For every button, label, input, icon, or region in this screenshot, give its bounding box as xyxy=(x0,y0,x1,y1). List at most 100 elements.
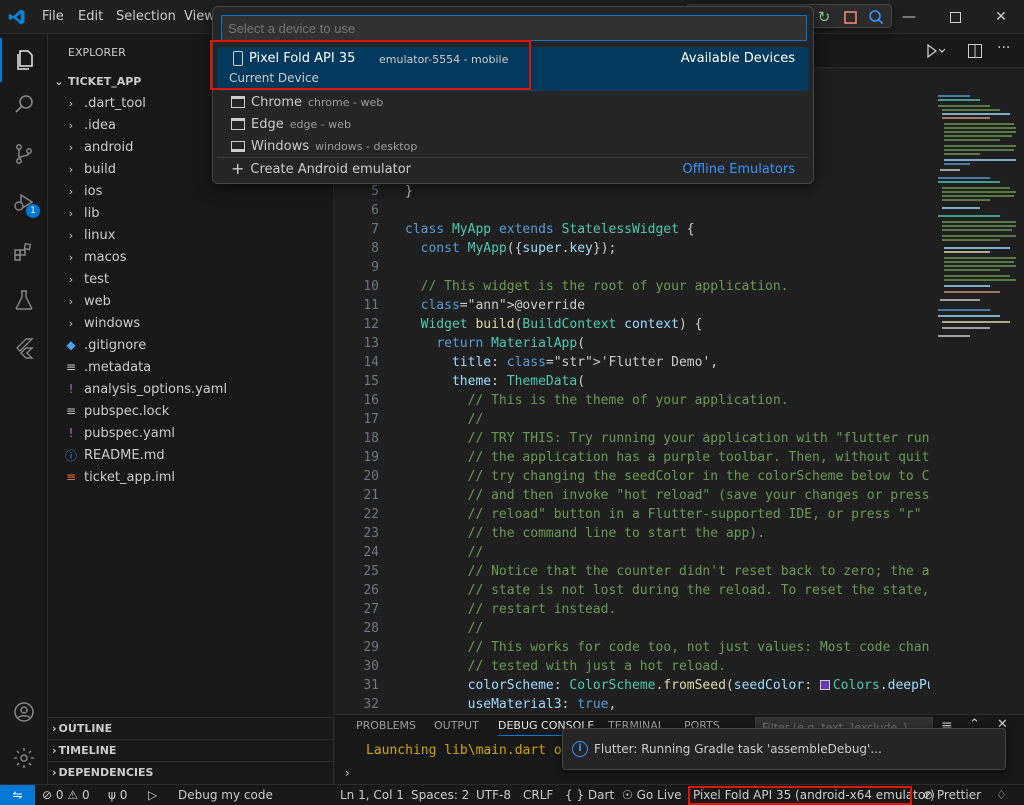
code-line[interactable]: 17 // xyxy=(335,412,483,431)
file-item[interactable]: ≡ pubspec.lock xyxy=(48,400,334,422)
indentation[interactable]: Spaces: 2 xyxy=(411,788,469,802)
code-line[interactable]: 21 // and then invoke "hot reload" (save… xyxy=(335,488,945,507)
line-number: 16 xyxy=(363,393,379,408)
explorer-icon[interactable] xyxy=(0,38,48,82)
device-row-chrome[interactable]: Chrome chrome - web xyxy=(217,91,809,113)
device-search-input[interactable] xyxy=(221,15,807,41)
account-icon[interactable] xyxy=(0,690,48,734)
code-line[interactable]: 22 // reload" button in a Flutter-suppor… xyxy=(335,507,945,526)
source-control-icon[interactable] xyxy=(0,132,48,176)
code-line[interactable]: 27 // restart instead. xyxy=(335,602,616,621)
notifications-bell-icon[interactable]: ♢ xyxy=(996,788,1007,802)
close-icon[interactable]: ✕ xyxy=(978,0,1024,34)
remote-indicator-icon[interactable]: ⇋ xyxy=(0,785,35,805)
language-mode[interactable]: { } Dart xyxy=(565,788,614,802)
encoding[interactable]: UTF-8 xyxy=(476,788,511,802)
dependencies-section[interactable]: › DEPENDENCIES xyxy=(48,761,334,783)
flutter-inspector-icon[interactable] xyxy=(867,8,885,26)
tab-output[interactable]: OUTPUT xyxy=(434,719,479,732)
file-item[interactable]: ! analysis_options.yaml xyxy=(48,378,334,400)
folder-item[interactable]: › test xyxy=(48,268,334,290)
code-line[interactable]: 28 // xyxy=(335,621,483,640)
tab-problems[interactable]: PROBLEMS xyxy=(356,719,416,732)
code-line[interactable]: 25 // Notice that the counter didn't res… xyxy=(335,564,945,583)
warning-count: 0 xyxy=(81,788,90,802)
code-line[interactable]: 20 // try changing the seedColor in the … xyxy=(335,469,945,488)
code-line[interactable]: 30 // tested with just a hot reload. xyxy=(335,659,726,678)
add-icon: + xyxy=(231,159,245,178)
code-line[interactable]: 13 return MaterialApp( xyxy=(335,336,585,355)
outline-section[interactable]: › OUTLINE xyxy=(48,717,334,739)
code-line[interactable]: 6 xyxy=(335,203,379,222)
device-row-windows[interactable]: Windows windows - desktop xyxy=(217,135,809,157)
maximize-icon[interactable] xyxy=(932,0,978,34)
code-text: // and then invoke "hot reload" (save yo… xyxy=(467,488,946,503)
device-row-edge[interactable]: Edge edge - web xyxy=(217,113,809,135)
file-item[interactable]: ⓘ README.md xyxy=(48,444,334,466)
code-line[interactable]: 9 xyxy=(335,260,379,279)
file-item[interactable]: ◆ .gitignore xyxy=(48,334,334,356)
prettier-status[interactable]: ⊘ Prettier xyxy=(923,788,981,802)
file-item[interactable]: ≡ ticket_app.iml xyxy=(48,466,334,488)
tree-item-label: ios xyxy=(84,183,103,199)
chevron-right-icon: › xyxy=(68,96,74,110)
file-item[interactable]: ≡ .metadata xyxy=(48,356,334,378)
offline-emulators-group: Offline Emulators xyxy=(682,161,795,177)
file-item[interactable]: ! pubspec.yaml xyxy=(48,422,334,444)
split-editor-icon[interactable] xyxy=(967,43,983,59)
menu-view[interactable]: View xyxy=(184,9,215,24)
code-line[interactable]: 29 // This works for code too, not just … xyxy=(335,640,945,659)
code-text: Widget build(BuildContext context) { xyxy=(420,317,703,332)
code-line[interactable]: 16 // This is the theme of your applicat… xyxy=(335,393,788,412)
run-and-debug-icon[interactable] xyxy=(0,180,48,224)
search-icon[interactable] xyxy=(0,82,48,126)
minimize-icon[interactable]: — xyxy=(886,0,932,34)
menu-file[interactable]: File xyxy=(42,9,64,24)
code-line[interactable]: 31 colorScheme: ColorScheme.fromSeed(see… xyxy=(335,678,942,697)
code-line[interactable]: 14 title: class="str">'Flutter Demo', xyxy=(335,355,718,374)
code-line[interactable]: 24 // xyxy=(335,545,483,564)
create-emulator-row[interactable]: + Create Android emulator Offline Emulat… xyxy=(217,158,809,180)
debug-config[interactable]: Debug my code xyxy=(178,788,273,802)
code-line[interactable]: 19 // the application has a purple toolb… xyxy=(335,450,945,469)
code-line[interactable]: 12 Widget build(BuildContext context) { xyxy=(335,317,702,336)
code-line[interactable]: 10 // This widget is the root of your ap… xyxy=(335,279,788,298)
folder-item[interactable]: › web xyxy=(48,290,334,312)
code-line[interactable]: 5} xyxy=(335,184,413,203)
code-line[interactable]: 23 // the command line to start the app)… xyxy=(335,526,765,545)
flutter-icon[interactable] xyxy=(0,326,48,370)
restart-icon[interactable]: ↻ xyxy=(815,8,833,26)
code-line[interactable]: 8 const MyApp({super.key}); xyxy=(335,241,616,260)
code-line[interactable]: 26 // state is not lost during the reloa… xyxy=(335,583,945,602)
run-debug-split-icon[interactable] xyxy=(925,43,946,59)
code-line[interactable]: 7 class MyApp extends StatelessWidget { xyxy=(335,222,694,241)
stop-icon[interactable] xyxy=(841,8,859,26)
minimap[interactable] xyxy=(930,90,1024,710)
notification-toast[interactable]: i Flutter: Running Gradle task 'assemble… xyxy=(562,728,1006,770)
ports-count: 0 xyxy=(119,788,128,802)
code-line[interactable]: 18 // TRY THIS: Try running your applica… xyxy=(335,431,945,450)
more-actions-icon[interactable]: ··· xyxy=(997,40,1010,56)
ports-indicator[interactable]: ψ 0 xyxy=(108,788,127,802)
code-text: theme: ThemeData( xyxy=(451,374,586,389)
chevron-right-icon: › xyxy=(68,162,74,176)
debug-launch-icon[interactable]: ▷ xyxy=(148,788,157,802)
folder-item[interactable]: › windows xyxy=(48,312,334,334)
end-of-line[interactable]: CRLF xyxy=(523,788,553,802)
folder-item[interactable]: › macos xyxy=(48,246,334,268)
line-number: 25 xyxy=(363,564,379,579)
folder-item[interactable]: › lib xyxy=(48,202,334,224)
go-live-button[interactable]: ☉ Go Live xyxy=(622,788,682,802)
settings-gear-icon[interactable] xyxy=(0,736,48,780)
extensions-icon[interactable] xyxy=(0,230,48,274)
yaml-file-icon: ! xyxy=(68,382,74,396)
folder-item[interactable]: › linux xyxy=(48,224,334,246)
menu-selection[interactable]: Selection xyxy=(116,9,176,24)
errors-indicator[interactable]: ⊘ 0 ⚠ 0 xyxy=(42,788,90,802)
code-line[interactable]: 15 theme: ThemeData( xyxy=(335,374,585,393)
testing-icon[interactable] xyxy=(0,278,48,322)
code-line[interactable]: 11 class="ann">@override xyxy=(335,298,585,317)
cursor-position[interactable]: Ln 1, Col 1 xyxy=(340,788,404,802)
menu-edit[interactable]: Edit xyxy=(78,9,103,24)
timeline-section[interactable]: › TIMELINE xyxy=(48,739,334,761)
